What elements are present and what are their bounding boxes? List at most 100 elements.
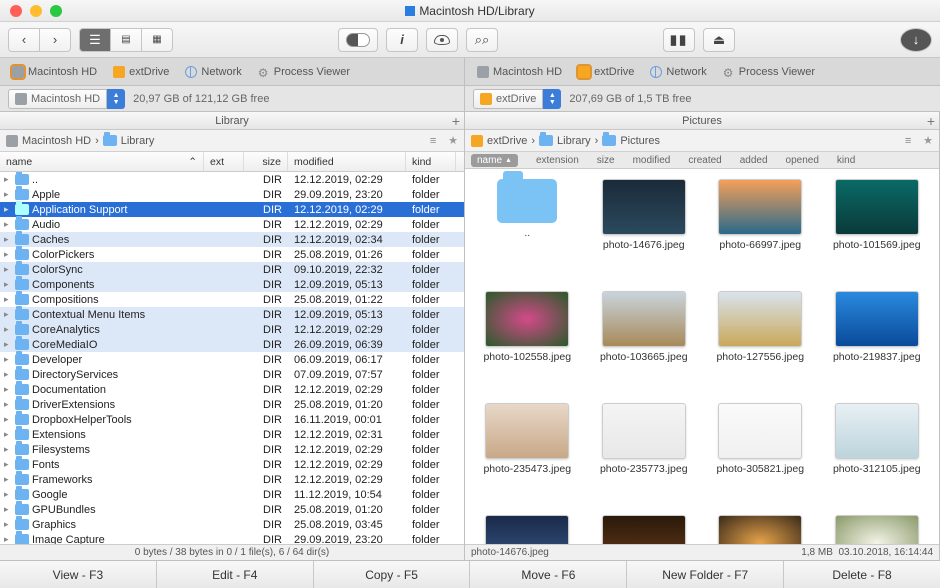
folder-icon — [103, 135, 117, 146]
favorite-icon[interactable]: ★ — [923, 134, 933, 147]
grid-item[interactable]: photo-66997.jpeg — [702, 175, 819, 287]
table-row[interactable]: ▸CoreMediaIODIR26.09.2019, 06:39folder — [0, 337, 464, 352]
grid-item[interactable]: photo-219837.jpeg — [819, 287, 936, 399]
toggle-button[interactable] — [338, 28, 378, 52]
drive-tab[interactable]: ⚙Process Viewer — [723, 66, 815, 78]
close-icon[interactable] — [10, 5, 22, 17]
drive-tab[interactable]: Macintosh HD — [477, 66, 562, 78]
table-row[interactable]: ▸CachesDIR12.12.2019, 02:34folder — [0, 232, 464, 247]
drive-tab[interactable]: Network — [185, 66, 241, 78]
quicklook-button[interactable] — [426, 28, 458, 52]
table-row[interactable]: ▸Contextual Menu ItemsDIR12.09.2019, 05:… — [0, 307, 464, 322]
table-row[interactable]: ▸DriverExtensionsDIR25.08.2019, 01:20fol… — [0, 397, 464, 412]
icon-col-added[interactable]: added — [740, 155, 768, 166]
fkey-button[interactable]: Edit - F4 — [157, 561, 314, 588]
icon-col-created[interactable]: created — [688, 155, 721, 166]
search-button[interactable]: ⌕⌕ — [466, 28, 498, 52]
drive-tab[interactable]: extDrive — [113, 66, 169, 78]
icon-col-name[interactable]: name ▲ — [471, 154, 518, 167]
folder-icon — [15, 339, 29, 350]
grid-item[interactable]: photo-305821.jpeg — [702, 399, 819, 511]
table-row[interactable]: ▸GraphicsDIR25.08.2019, 03:45folder — [0, 517, 464, 532]
grid-item[interactable]: photo-14676.jpeg — [586, 175, 703, 287]
download-button[interactable]: ↓ — [900, 28, 932, 52]
volume-selector-left[interactable]: Macintosh HD ▲▼ — [8, 89, 125, 109]
thumbnail — [602, 179, 686, 235]
table-row[interactable]: ▸..DIR12.12.2019, 02:29folder — [0, 172, 464, 187]
grid-item[interactable]: photo-103665.jpeg — [586, 287, 703, 399]
pause-button[interactable]: ▮▮ — [663, 28, 695, 52]
view-list-button[interactable]: ☰ — [79, 28, 111, 52]
drive-tab[interactable]: ⚙Process Viewer — [258, 66, 350, 78]
fkey-button[interactable]: Move - F6 — [470, 561, 627, 588]
view-icons-button[interactable]: ▦ — [141, 28, 173, 52]
breadcrumb-left[interactable]: Macintosh HD › Library ≡ ★ — [0, 130, 464, 152]
fkey-button[interactable]: View - F3 — [0, 561, 157, 588]
table-row[interactable]: ▸DeveloperDIR06.09.2019, 06:17folder — [0, 352, 464, 367]
table-row[interactable]: ▸CoreAnalyticsDIR12.12.2019, 02:29folder — [0, 322, 464, 337]
grid-item[interactable]: photo-101569.jpeg — [819, 175, 936, 287]
icon-col-opened[interactable]: opened — [786, 155, 819, 166]
table-row[interactable]: ▸Application SupportDIR12.12.2019, 02:29… — [0, 202, 464, 217]
icon-col-modified[interactable]: modified — [633, 155, 671, 166]
folder-icon — [15, 489, 29, 500]
list-header[interactable]: name⌃ ext size modified kind — [0, 152, 464, 172]
grid-item[interactable]: .. — [469, 175, 586, 287]
fkey-button[interactable]: Delete - F8 — [784, 561, 940, 588]
table-row[interactable]: ▸DropboxHelperToolsDIR16.11.2019, 00:01f… — [0, 412, 464, 427]
add-tab-button[interactable]: + — [452, 113, 460, 129]
grid-item[interactable]: photo-327509.jpeg — [702, 511, 819, 544]
grid-item[interactable]: photo-312105.jpeg — [819, 399, 936, 511]
menu-icon[interactable]: ≡ — [901, 135, 915, 147]
grid-item[interactable]: photo-127556.jpeg — [702, 287, 819, 399]
table-row[interactable]: ▸GPUBundlesDIR25.08.2019, 01:20folder — [0, 502, 464, 517]
icon-col-kind[interactable]: kind — [837, 155, 855, 166]
back-button[interactable]: ‹ — [8, 28, 40, 52]
table-row[interactable]: ▸ComponentsDIR12.09.2019, 05:13folder — [0, 277, 464, 292]
fkey-button[interactable]: New Folder - F7 — [627, 561, 784, 588]
table-row[interactable]: ▸FrameworksDIR12.12.2019, 02:29folder — [0, 472, 464, 487]
favorite-icon[interactable]: ★ — [448, 134, 458, 147]
drive-tab[interactable]: extDrive — [578, 66, 634, 78]
table-row[interactable]: ▸ExtensionsDIR12.12.2019, 02:31folder — [0, 427, 464, 442]
drive-tab[interactable]: Network — [650, 66, 706, 78]
table-row[interactable]: ▸AudioDIR12.12.2019, 02:29folder — [0, 217, 464, 232]
folder-icon — [15, 249, 29, 260]
table-row[interactable]: ▸Image CaptureDIR29.09.2019, 23:20folder — [0, 532, 464, 544]
grid-item[interactable]: photo-327438.jpeg — [586, 511, 703, 544]
table-row[interactable]: ▸CompositionsDIR25.08.2019, 01:22folder — [0, 292, 464, 307]
table-row[interactable]: ▸FontsDIR12.12.2019, 02:29folder — [0, 457, 464, 472]
forward-button[interactable]: › — [39, 28, 71, 52]
grid-item[interactable]: photo-235473.jpeg — [469, 399, 586, 511]
icon-col-size[interactable]: size — [597, 155, 615, 166]
table-row[interactable]: ▸AppleDIR29.09.2019, 23:20folder — [0, 187, 464, 202]
globe-icon — [185, 66, 197, 78]
table-row[interactable]: ▸ColorPickersDIR25.08.2019, 01:26folder — [0, 247, 464, 262]
grid-item[interactable]: photo-235773.jpeg — [586, 399, 703, 511]
grid-item[interactable]: photo-383447.jpeg — [819, 511, 936, 544]
icon-view-header[interactable]: name ▲ extension size modified created added o… — [465, 152, 939, 169]
table-row[interactable]: ▸ColorSyncDIR09.10.2019, 22:32folder — [0, 262, 464, 277]
zoom-icon[interactable] — [50, 5, 62, 17]
view-columns-button[interactable]: ▤ — [110, 28, 142, 52]
info-button[interactable]: i — [386, 28, 418, 52]
add-tab-button[interactable]: + — [927, 113, 935, 129]
table-row[interactable]: ▸FilesystemsDIR12.12.2019, 02:29folder — [0, 442, 464, 457]
volume-selector-right[interactable]: extDrive ▲▼ — [473, 89, 561, 109]
eject-button[interactable]: ⏏ — [703, 28, 735, 52]
icon-grid[interactable]: ..photo-14676.jpegphoto-66997.jpegphoto-… — [465, 169, 939, 544]
fkey-button[interactable]: Copy - F5 — [314, 561, 471, 588]
file-name-label: photo-101569.jpeg — [833, 239, 921, 252]
table-row[interactable]: ▸DirectoryServicesDIR07.09.2019, 07:57fo… — [0, 367, 464, 382]
icon-col-extension[interactable]: extension — [536, 155, 579, 166]
file-list[interactable]: ▸..DIR12.12.2019, 02:29folder▸AppleDIR29… — [0, 172, 464, 544]
menu-icon[interactable]: ≡ — [426, 135, 440, 147]
minimize-icon[interactable] — [30, 5, 42, 17]
thumbnail — [718, 403, 802, 459]
grid-item[interactable]: photo-102558.jpeg — [469, 287, 586, 399]
grid-item[interactable]: photo-314860.jpeg — [469, 511, 586, 544]
table-row[interactable]: ▸DocumentationDIR12.12.2019, 02:29folder — [0, 382, 464, 397]
drive-tab[interactable]: Macintosh HD — [12, 66, 97, 78]
table-row[interactable]: ▸GoogleDIR11.12.2019, 10:54folder — [0, 487, 464, 502]
breadcrumb-right[interactable]: extDrive › Library › Pictures ≡ ★ — [465, 130, 939, 152]
